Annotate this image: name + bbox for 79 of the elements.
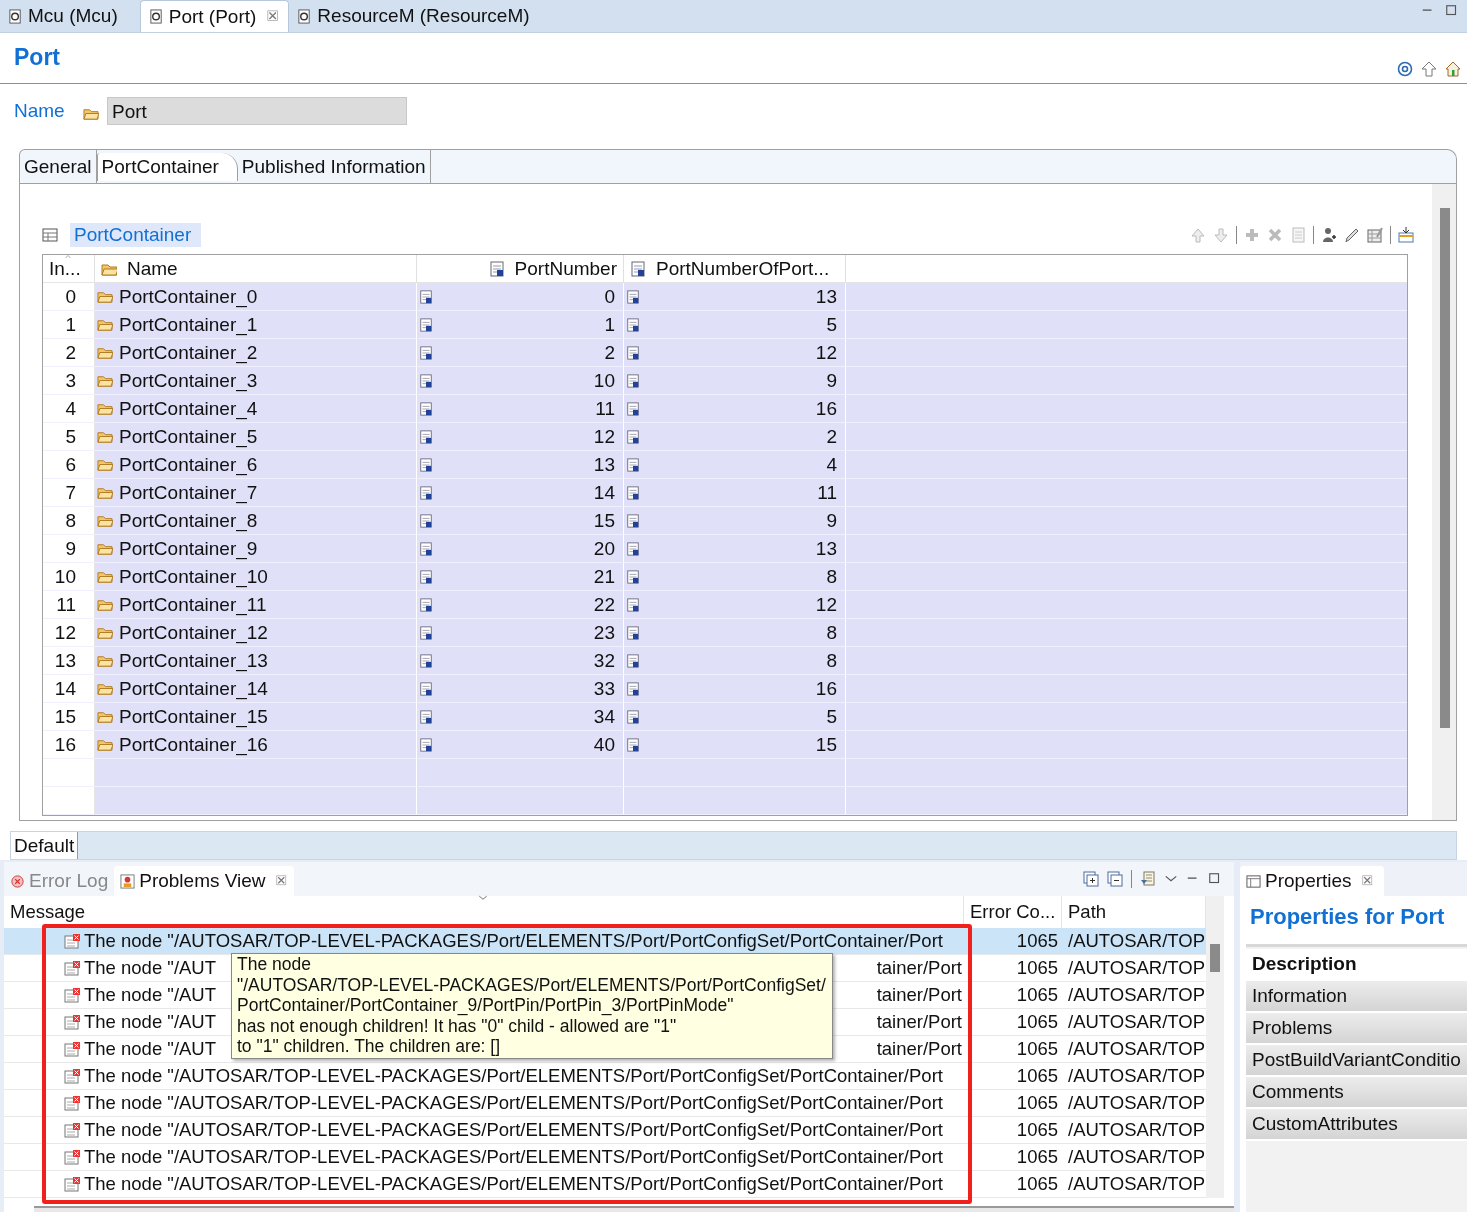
table-cell: 12 xyxy=(815,341,837,364)
message-text: The node "/AUTOSAR/TOP-LEVEL-PACKAGES/Port/ELEMENTS/Port/PortConfigSet/PortContainer/Port xyxy=(84,1146,943,1168)
message-text: The node "/AUTOSAR/TOP-LEVEL-PACKAGES/Port/ELEMENTS/Port/PortConfigSet/PortContainer/Port xyxy=(84,1173,943,1195)
table-cell: PortContainer_9 xyxy=(119,537,258,560)
table-cell: 15 xyxy=(593,509,615,532)
message-text: The node "/AUTOSAR/TOP-LEVEL-PACKAGES/Port/ELEMENTS/Port/PortConfigSet/PortContainer/Port xyxy=(84,1065,943,1087)
message-text: The node "/AUT xyxy=(84,1011,217,1033)
table-cell: PortContainer_11 xyxy=(119,593,267,616)
table-cell: PortContainer_15 xyxy=(119,705,268,728)
table-cell: 1065 xyxy=(964,1063,1062,1090)
table-cell: PortContainer_8 xyxy=(119,509,258,532)
table-cell: 20 xyxy=(593,537,615,560)
message-text: The node "/AUTOSAR/TOP-LEVEL-PACKAGES/Port/ELEMENTS/Port/PortConfigSet/PortContainer/Port xyxy=(84,1119,943,1141)
table-cell: 1065 xyxy=(964,1009,1062,1036)
table-cell: 13 xyxy=(593,453,615,476)
table-cell: 15 xyxy=(815,733,837,756)
table-cell: 23 xyxy=(593,621,615,644)
table-cell: PortContainer_16 xyxy=(119,733,268,756)
table-cell: PortContainer_12 xyxy=(119,621,268,644)
message-text: The node "/AUTOSAR/TOP-LEVEL-PACKAGES/Port/ELEMENTS/Port/PortConfigSet/PortContainer/Port xyxy=(84,930,943,952)
message-text: tainer/Port xyxy=(876,1038,963,1060)
table-cell: 9 xyxy=(826,369,837,392)
table-cell: 14 xyxy=(593,481,615,504)
table-cell: 40 xyxy=(593,733,615,756)
table-cell: 1 xyxy=(604,313,615,336)
table-cell: 13 xyxy=(815,537,837,560)
properties-title: Properties for Port xyxy=(1249,903,1446,931)
message-text: The node "/AUTOSAR/TOP-LEVEL-PACKAGES/Port/ELEMENTS/Port/PortConfigSet/PortContainer/Port xyxy=(84,1092,943,1114)
message-text: The node "/AUT xyxy=(84,957,217,979)
table-cell: 8 xyxy=(826,649,837,672)
table-cell: 1065 xyxy=(964,1171,1062,1198)
table-cell: PortContainer_13 xyxy=(119,649,268,672)
table-cell: 1065 xyxy=(964,928,1062,955)
table-cell: 1065 xyxy=(964,1090,1062,1117)
table-cell: 1065 xyxy=(964,1036,1062,1063)
name-label: Name xyxy=(14,100,66,122)
table-cell: 4 xyxy=(826,453,837,476)
message-text: The node "/AUT xyxy=(84,1038,217,1060)
table-cell: 12 xyxy=(815,593,837,616)
table-cell: 5 xyxy=(826,313,837,336)
table-cell: 11 xyxy=(595,397,615,420)
section-title: PortContainer xyxy=(70,223,202,247)
table-cell: 5 xyxy=(826,705,837,728)
table-cell: PortContainer_7 xyxy=(119,481,258,504)
table-cell: 9 xyxy=(826,509,837,532)
table-cell: 0 xyxy=(604,285,615,308)
table-cell: 13 xyxy=(815,285,837,308)
table-cell: 21 xyxy=(593,565,615,588)
message-text: The node "/AUT xyxy=(84,984,217,1006)
table-cell: 8 xyxy=(826,621,837,644)
page-title: Port xyxy=(14,43,60,71)
table-cell: 2 xyxy=(826,425,837,448)
table-cell: 1065 xyxy=(964,982,1062,1009)
table-cell: 1065 xyxy=(964,1144,1062,1171)
table-cell: 34 xyxy=(593,705,615,728)
table-cell: 32 xyxy=(593,649,615,672)
table-cell: PortContainer_14 xyxy=(119,677,268,700)
message-text: tainer/Port xyxy=(876,1011,963,1033)
message-text: tainer/Port xyxy=(876,984,963,1006)
table-cell: 1065 xyxy=(964,955,1062,982)
table-cell: PortContainer_3 xyxy=(119,369,258,392)
table-cell: PortContainer_0 xyxy=(119,285,258,308)
table-cell: PortContainer_1 xyxy=(119,313,258,336)
table-cell: PortContainer_5 xyxy=(119,425,258,448)
table-cell: PortContainer_10 xyxy=(119,565,268,588)
table-cell: PortContainer_2 xyxy=(119,341,258,364)
table-cell: 12 xyxy=(593,425,615,448)
table-cell: 1065 xyxy=(964,1117,1062,1144)
table-cell: 8 xyxy=(826,565,837,588)
message-text: tainer/Port xyxy=(876,957,963,979)
table-cell: 16 xyxy=(815,397,837,420)
table-cell: 2 xyxy=(604,341,615,364)
table-cell: PortContainer_6 xyxy=(119,453,258,476)
table-cell: 33 xyxy=(593,677,615,700)
table-cell: PortContainer_4 xyxy=(119,397,258,420)
table-cell: 10 xyxy=(593,369,615,392)
table-cell: 11 xyxy=(817,481,837,504)
table-cell: 16 xyxy=(815,677,837,700)
table-cell: 22 xyxy=(593,593,615,616)
